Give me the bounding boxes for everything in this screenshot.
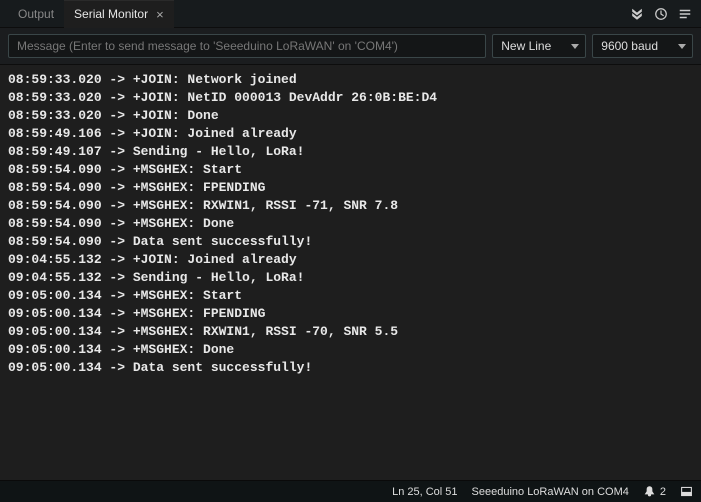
status-board-text: Seeeduino LoRaWAN on COM4 xyxy=(472,486,629,498)
status-cursor[interactable]: Ln 25, Col 51 xyxy=(392,486,457,498)
baud-rate-value: 9600 baud xyxy=(601,39,658,53)
baud-rate-select[interactable]: 9600 baud xyxy=(592,34,693,58)
status-cursor-text: Ln 25, Col 51 xyxy=(392,486,457,498)
close-icon[interactable]: × xyxy=(156,7,164,22)
line-ending-select[interactable]: New Line xyxy=(492,34,586,58)
notifications-count: 2 xyxy=(660,486,666,498)
tab-output[interactable]: Output xyxy=(8,0,64,28)
status-close-panel[interactable] xyxy=(680,485,693,498)
line-ending-value: New Line xyxy=(501,39,551,53)
clear-output-button[interactable] xyxy=(673,2,697,26)
serial-log[interactable]: 08:59:33.020 -> +JOIN: Network joined 08… xyxy=(0,65,701,480)
clock-icon xyxy=(654,7,668,21)
clear-icon xyxy=(678,7,692,21)
toggle-timestamp-button[interactable] xyxy=(649,2,673,26)
message-input[interactable] xyxy=(8,34,486,58)
tab-serial-monitor[interactable]: Serial Monitor × xyxy=(64,0,174,28)
status-notifications[interactable]: 2 xyxy=(643,485,666,498)
chevron-down-icon xyxy=(678,44,686,49)
tab-output-label: Output xyxy=(18,7,54,21)
tab-serial-monitor-label: Serial Monitor xyxy=(74,7,148,21)
serial-controls: New Line 9600 baud xyxy=(0,28,701,65)
chevron-double-down-icon xyxy=(630,7,644,21)
bell-icon xyxy=(643,485,656,498)
panel-tabbar: Output Serial Monitor × xyxy=(0,0,701,28)
statusbar: Ln 25, Col 51 Seeeduino LoRaWAN on COM4 … xyxy=(0,480,701,502)
chevron-down-icon xyxy=(571,44,579,49)
panel-icon xyxy=(680,485,693,498)
status-board[interactable]: Seeeduino LoRaWAN on COM4 xyxy=(472,486,629,498)
toggle-autoscroll-button[interactable] xyxy=(625,2,649,26)
